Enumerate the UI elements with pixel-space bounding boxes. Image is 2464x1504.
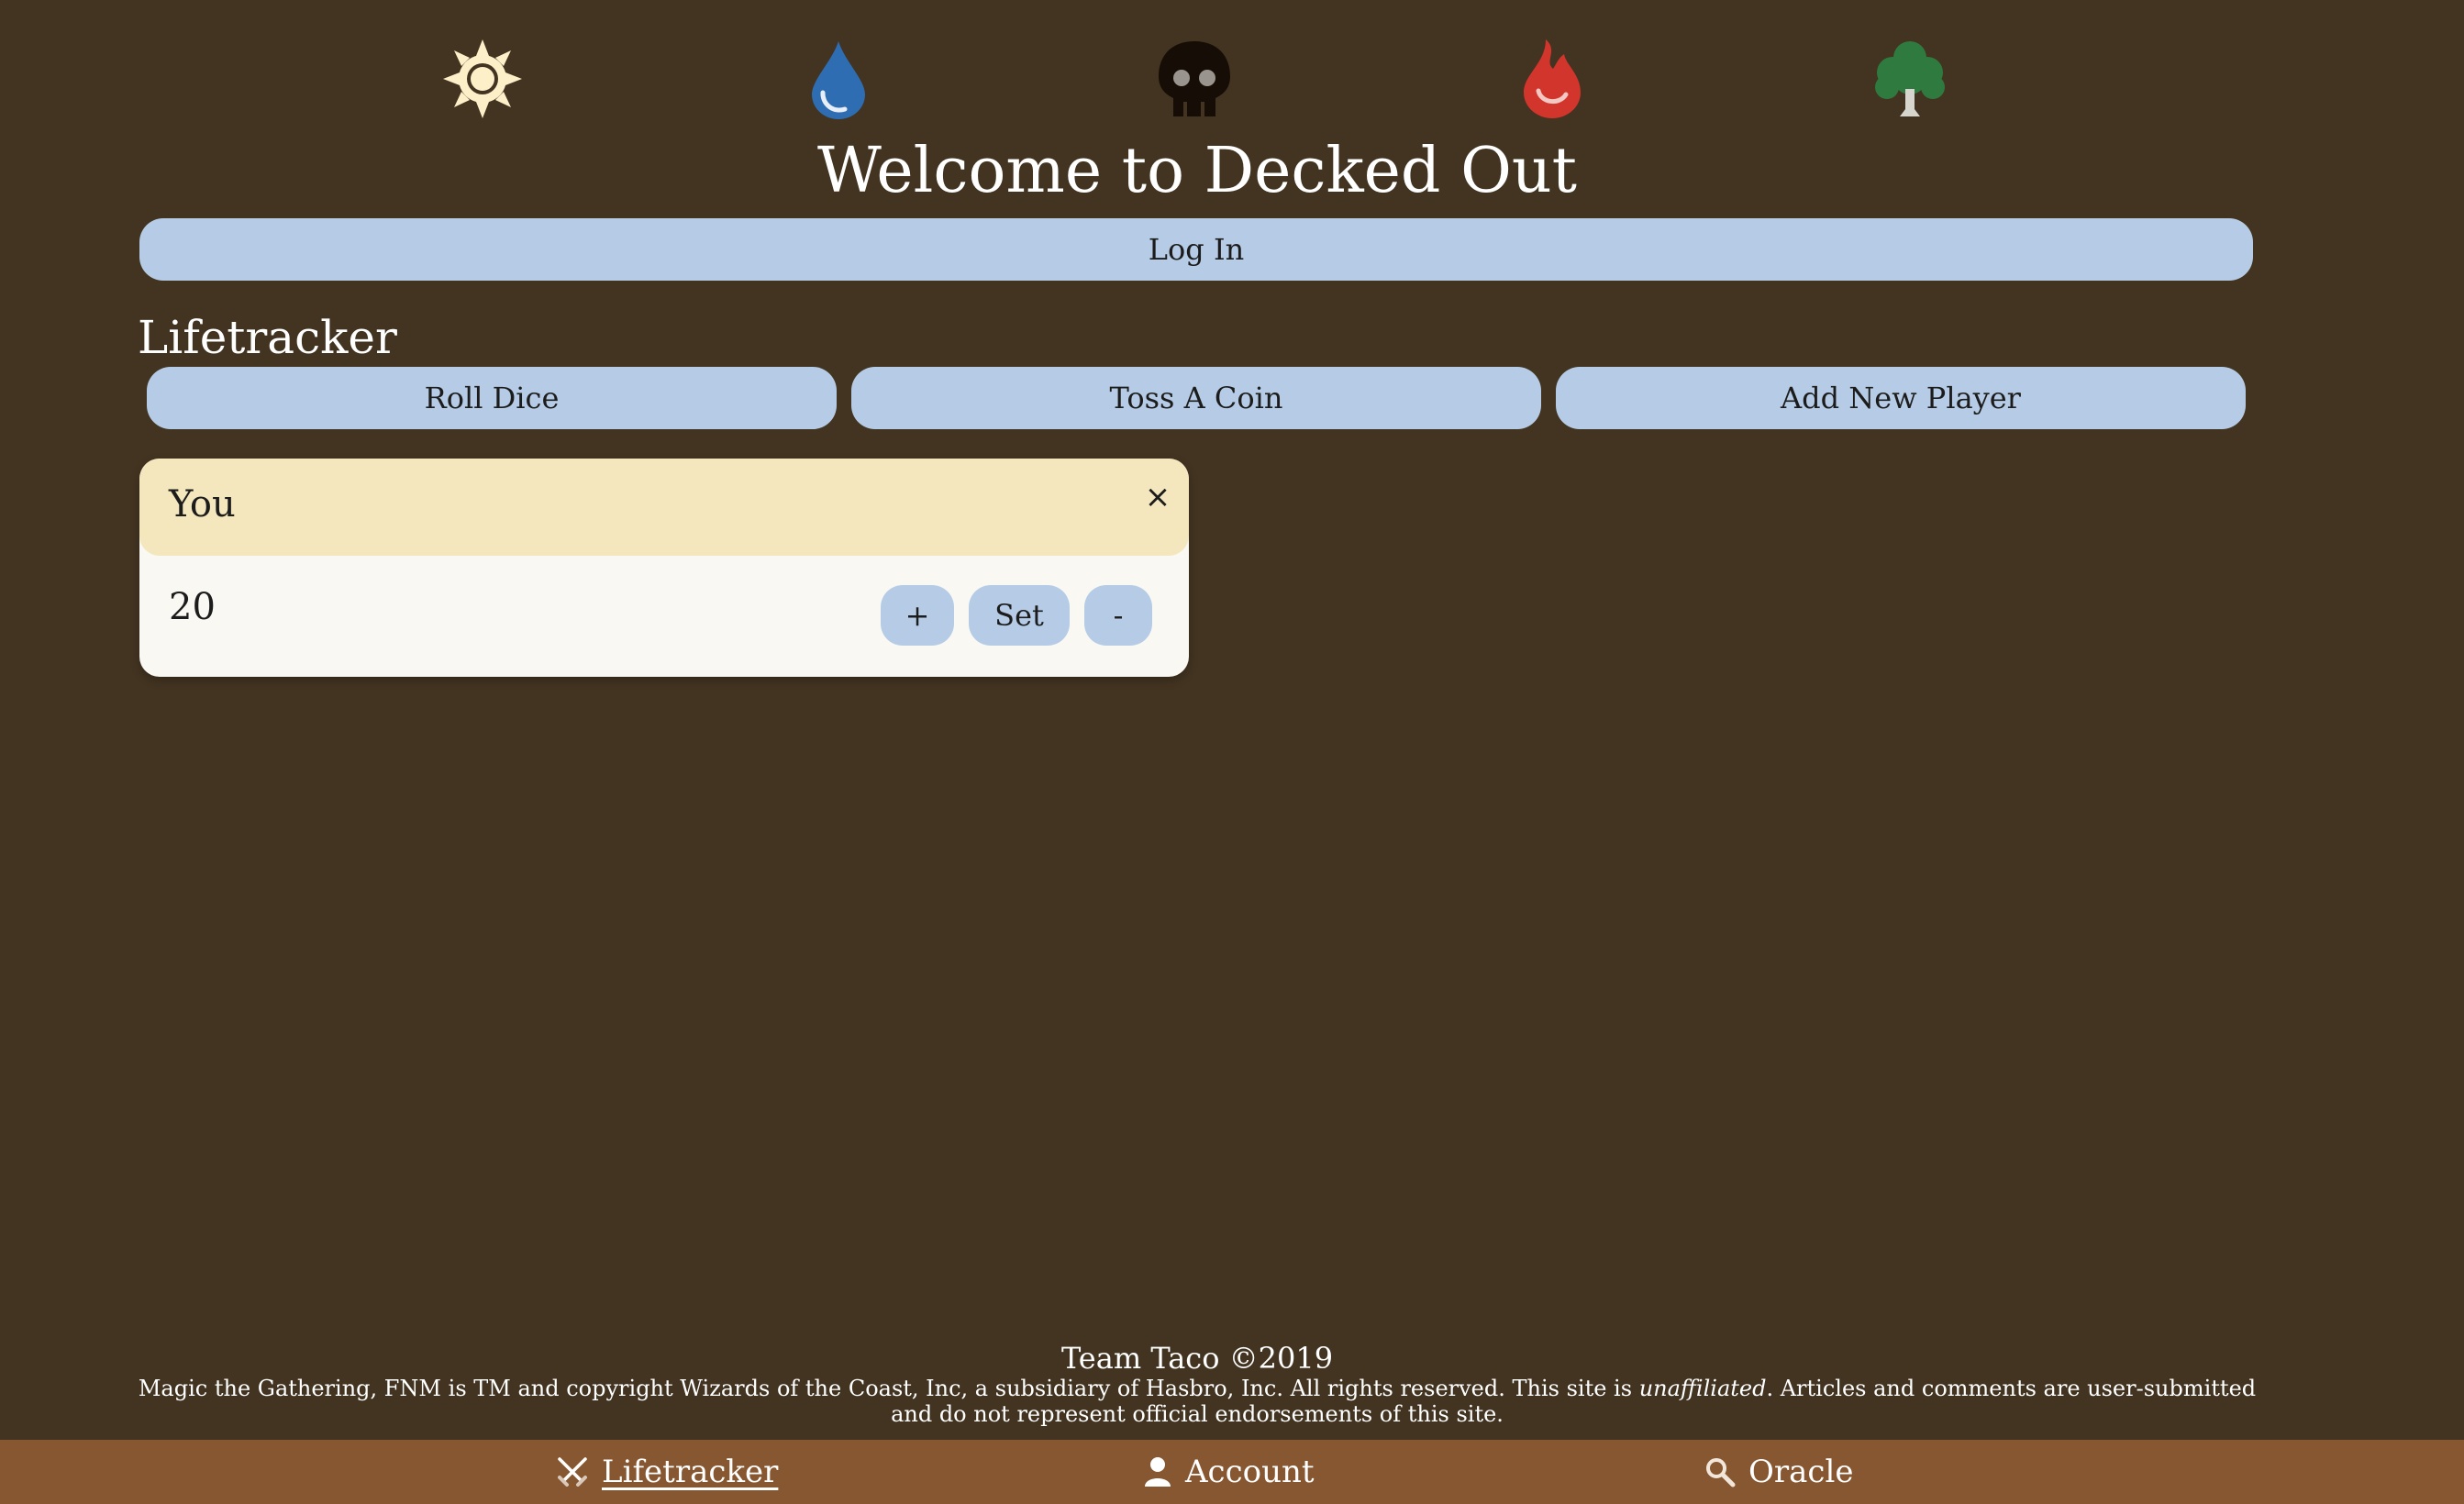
lifetracker-heading: Lifetracker [138, 311, 397, 364]
decrease-life-button[interactable]: - [1084, 585, 1152, 646]
green-tree-icon [1864, 33, 1956, 125]
nav-label-oracle: Oracle [1748, 1454, 1854, 1490]
crossed-swords-icon [558, 1457, 587, 1487]
remove-player-close-icon[interactable]: × [1138, 477, 1178, 517]
magnifier-icon [1706, 1458, 1736, 1487]
life-total: 20 [169, 586, 216, 628]
legal-text-start: Magic the Gathering, FNM is TM and copyr… [138, 1376, 1639, 1401]
footer-legal-notice: Magic the Gathering, FNM is TM and copyr… [138, 1376, 2257, 1427]
nav-label-account: Account [1185, 1454, 1315, 1490]
add-player-button[interactable]: Add New Player [1556, 367, 2246, 429]
player-name: You [169, 483, 236, 525]
white-sun-icon [437, 33, 528, 125]
user-icon [1145, 1457, 1171, 1487]
mana-symbols-row [0, 33, 2464, 125]
legal-text-emphasis: unaffiliated [1638, 1376, 1767, 1401]
black-skull-icon [1149, 33, 1240, 125]
nav-item-oracle[interactable]: Oracle [1704, 1440, 1853, 1504]
blue-drop-icon [793, 33, 884, 125]
player-card: You × 20 + Set - [139, 459, 1189, 677]
roll-dice-button[interactable]: Roll Dice [147, 367, 837, 429]
increase-life-button[interactable]: + [881, 585, 954, 646]
toss-coin-button[interactable]: Toss A Coin [851, 367, 1541, 429]
red-fire-icon [1506, 33, 1598, 125]
login-button[interactable]: Log In [139, 218, 2253, 281]
player-card-header [139, 459, 1189, 556]
bottom-nav-bar: Lifetracker Account Oracle [0, 1440, 2464, 1504]
footer-copyright: Team Taco ©2019 [1060, 1341, 1334, 1376]
nav-item-account[interactable]: Account [1143, 1440, 1315, 1504]
nav-item-lifetracker[interactable]: Lifetracker [556, 1440, 778, 1504]
nav-label-lifetracker: Lifetracker [602, 1454, 779, 1490]
page-title: Welcome to Decked Out [817, 135, 1577, 207]
set-life-button[interactable]: Set [969, 585, 1070, 646]
